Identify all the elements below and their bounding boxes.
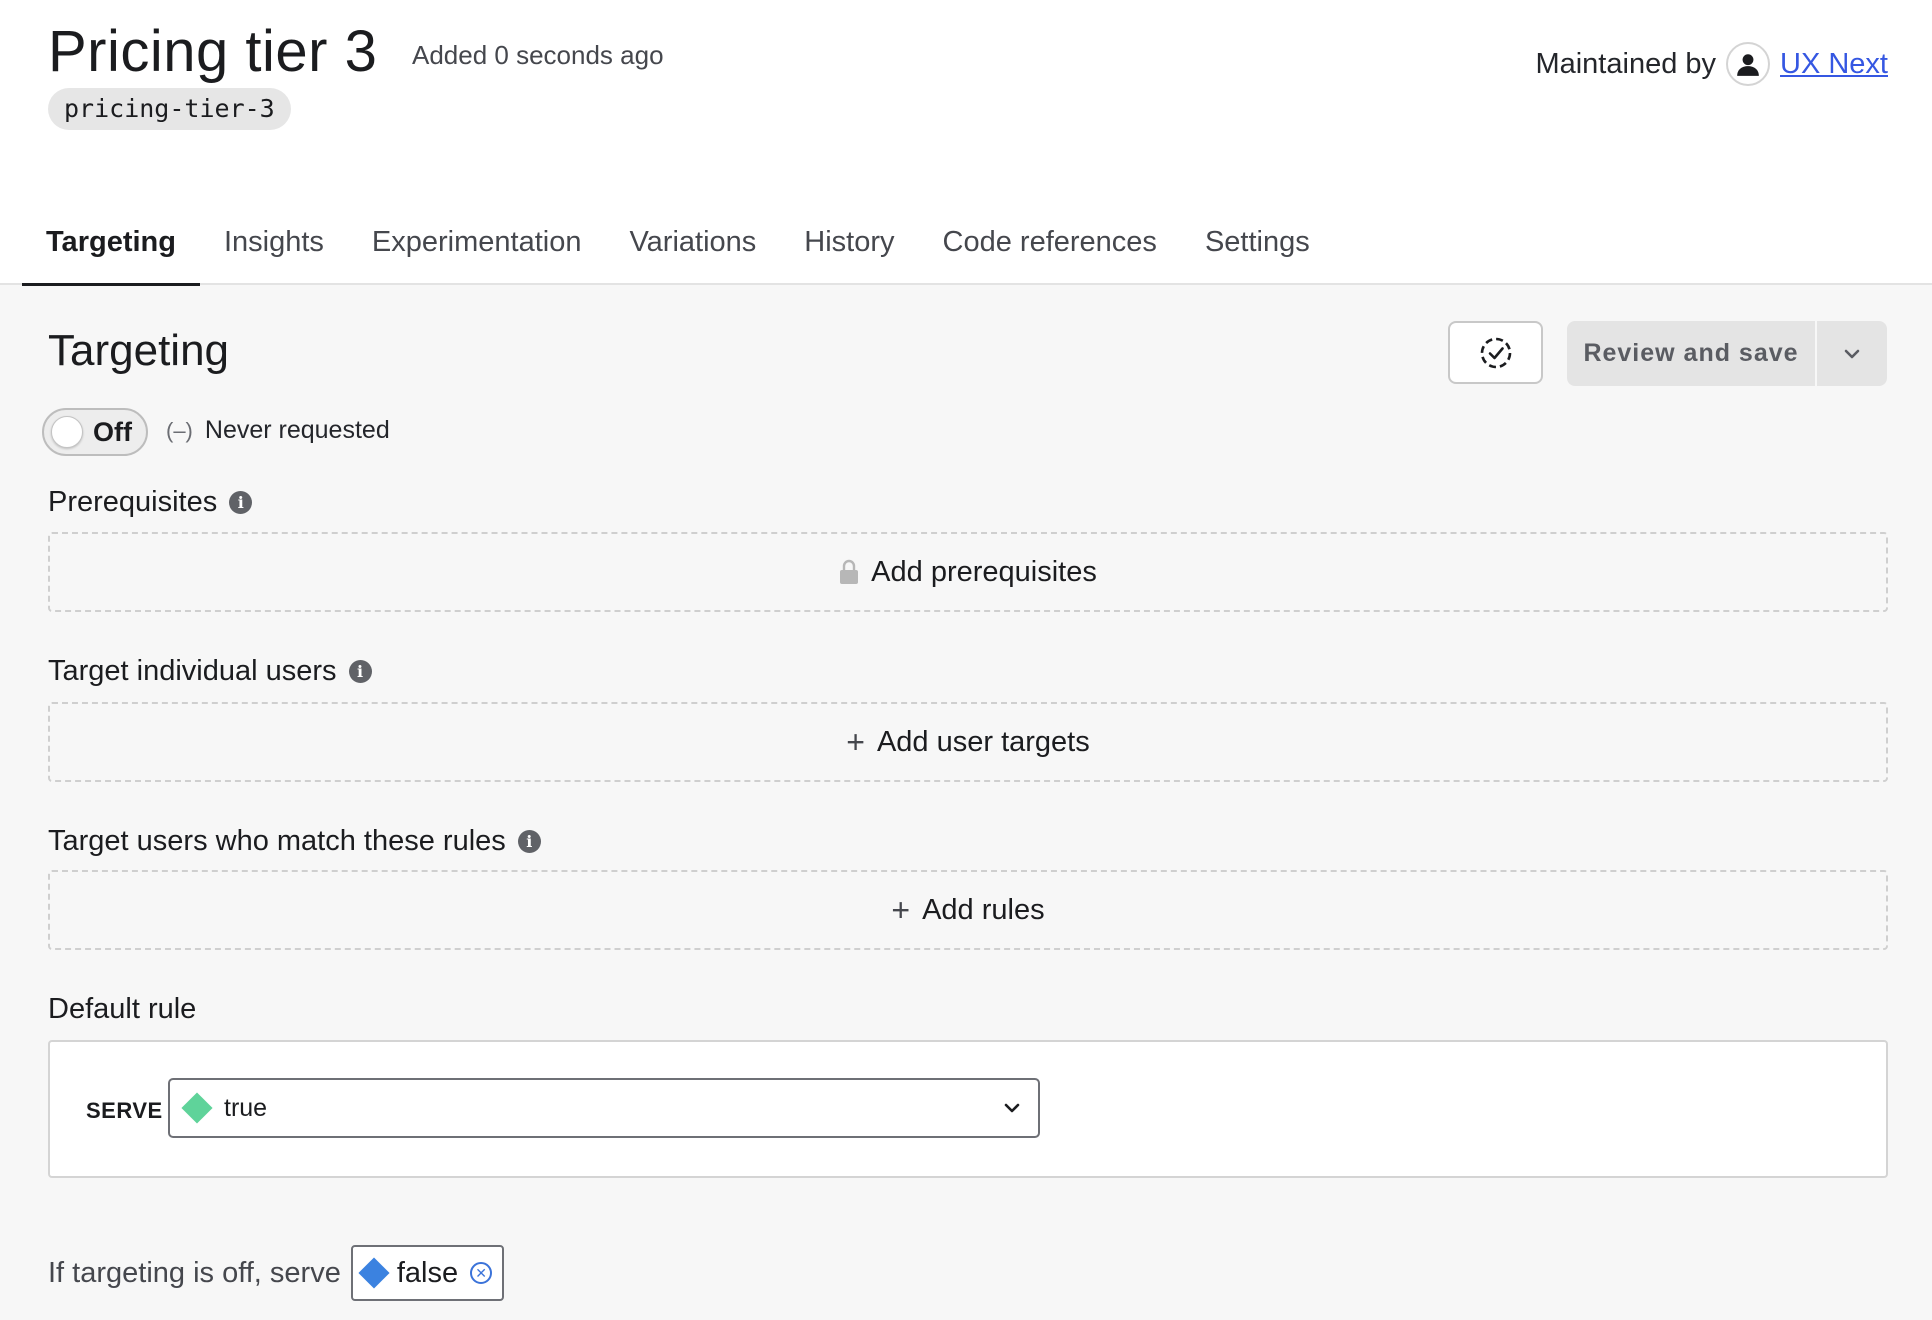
section-title: Targeting [48, 326, 230, 375]
default-variation-select[interactable]: true [168, 1078, 1040, 1138]
flag-key-chip[interactable]: pricing-tier-3 [48, 88, 291, 130]
prerequisites-heading: Prerequisites i [48, 486, 253, 519]
rules-label: Target users who match these rules [48, 825, 506, 857]
add-prerequisites-label: Add prerequisites [871, 555, 1097, 588]
review-and-save-button[interactable]: Review and save [1567, 321, 1817, 386]
added-timestamp: Added 0 seconds ago [412, 40, 664, 70]
maintained-by-label: Maintained by [1535, 47, 1717, 80]
tab-history[interactable]: History [780, 212, 918, 285]
tab-experimentation[interactable]: Experimentation [348, 212, 606, 285]
status-text: Never requested [204, 416, 390, 444]
tab-variations[interactable]: Variations [605, 212, 780, 285]
pending-changes-button[interactable] [1448, 321, 1543, 384]
individual-targets-heading: Target individual users i [48, 655, 372, 688]
page-title: Pricing tier 3 [48, 19, 378, 84]
chevron-down-icon [1844, 349, 1860, 358]
variation-false-icon [358, 1257, 390, 1289]
tab-targeting[interactable]: Targeting [22, 212, 200, 286]
never-requested-icon: (–) [166, 417, 193, 443]
tab-insights[interactable]: Insights [200, 212, 348, 285]
review-options-button[interactable] [1817, 321, 1887, 386]
flag-header: Pricing tier 3 Added 0 seconds ago prici… [0, 0, 1932, 286]
dashed-check-circle-icon [1480, 337, 1511, 368]
review-and-save-group: Review and save [1567, 321, 1887, 386]
targeting-toggle[interactable]: Off [42, 408, 148, 456]
info-icon[interactable]: i [229, 491, 253, 514]
info-icon[interactable]: i [348, 660, 372, 683]
default-rule-label: Default rule [48, 993, 197, 1025]
avatar-icon [1726, 42, 1771, 86]
off-variation-chip[interactable]: false ✕ [350, 1245, 505, 1301]
rules-heading: Target users who match these rules i [48, 825, 541, 858]
off-variation-label: If targeting is off, serve [48, 1256, 341, 1289]
default-rule-card: SERVE true [48, 1040, 1888, 1178]
default-variation-value: true [224, 1093, 268, 1122]
tab-code-references[interactable]: Code references [919, 212, 1181, 285]
evaluation-status: (–) Never requested [166, 416, 390, 445]
lock-icon [840, 559, 859, 584]
default-rule-heading: Default rule [48, 993, 196, 1026]
off-variation-row: If targeting is off, serve false ✕ [48, 1245, 505, 1301]
toggle-label: Off [93, 416, 132, 447]
chevron-down-icon [1004, 1103, 1020, 1113]
add-rules-button[interactable]: + Add rules [48, 870, 1888, 950]
prerequisites-label: Prerequisites [48, 486, 218, 518]
tab-settings[interactable]: Settings [1181, 212, 1334, 285]
variation-true-icon [181, 1092, 213, 1124]
individual-targets-label: Target individual users [48, 655, 337, 687]
tab-bar: Targeting Insights Experimentation Varia… [22, 212, 1334, 286]
maintainer-link[interactable]: UX Next [1780, 48, 1888, 81]
plus-icon: + [846, 724, 865, 760]
add-user-targets-label: Add user targets [876, 725, 1090, 758]
plus-icon: + [891, 892, 911, 928]
add-prerequisites-button[interactable]: Add prerequisites [48, 532, 1888, 612]
off-variation-value: false [396, 1256, 459, 1289]
serve-label: SERVE [86, 1098, 163, 1123]
toggle-knob [51, 416, 83, 448]
add-user-targets-button[interactable]: + Add user targets [48, 702, 1888, 782]
maintainer: Maintained by UX Next [1535, 42, 1888, 86]
add-rules-label: Add rules [922, 893, 1045, 926]
info-icon[interactable]: i [517, 830, 541, 853]
clear-icon[interactable]: ✕ [470, 1262, 493, 1284]
